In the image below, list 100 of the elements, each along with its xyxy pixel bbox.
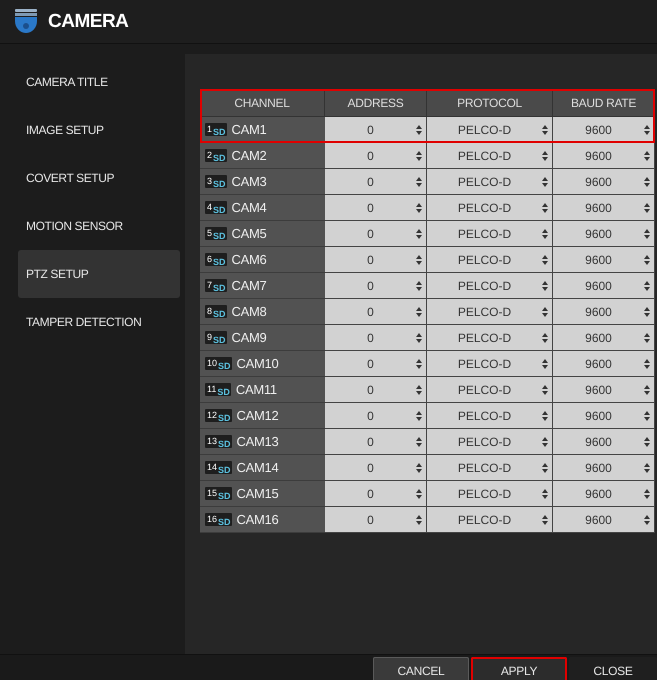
address-spinner[interactable]: 0 — [325, 195, 427, 221]
baud-rate-spinner[interactable]: 9600 — [553, 455, 655, 481]
protocol-spinner[interactable]: PELCO-D — [427, 299, 553, 325]
address-spinner[interactable]: 0 — [325, 117, 427, 143]
up-down-arrows-icon — [416, 176, 422, 186]
channel-number: 1 — [207, 124, 212, 135]
address-spinner[interactable]: 0 — [325, 403, 427, 429]
sd-label: SD — [218, 361, 231, 372]
protocol-spinner[interactable]: PELCO-D — [427, 143, 553, 169]
baud-rate-spinner[interactable]: 9600 — [553, 117, 655, 143]
channel-number: 5 — [207, 228, 212, 239]
camera-name: CAM6 — [232, 252, 266, 267]
baud-rate-spinner[interactable]: 9600 — [553, 507, 655, 533]
baud-rate-spinner[interactable]: 9600 — [553, 299, 655, 325]
sidebar-item[interactable]: IMAGE SETUP — [18, 106, 180, 154]
up-down-arrows-icon — [542, 254, 548, 264]
column-header: CHANNEL — [200, 89, 325, 117]
up-down-arrows-icon — [542, 306, 548, 316]
camera-name: CAM15 — [236, 486, 278, 501]
channel-number: 9 — [207, 332, 212, 343]
sd-label: SD — [213, 283, 226, 294]
baud-rate-spinner[interactable]: 9600 — [553, 377, 655, 403]
protocol-spinner[interactable]: PELCO-D — [427, 247, 553, 273]
baud-rate-spinner[interactable]: 9600 — [553, 221, 655, 247]
address-spinner[interactable]: 0 — [325, 221, 427, 247]
up-down-arrows-icon — [542, 176, 548, 186]
address-spinner[interactable]: 0 — [325, 325, 427, 351]
sd-label: SD — [213, 153, 226, 164]
protocol-spinner[interactable]: PELCO-D — [427, 351, 553, 377]
channel-number: 14 — [207, 462, 218, 473]
camera-name: CAM10 — [236, 356, 278, 371]
baud-rate-spinner[interactable]: 9600 — [553, 403, 655, 429]
protocol-spinner[interactable]: PELCO-D — [427, 195, 553, 221]
baud-rate-spinner[interactable]: 9600 — [553, 273, 655, 299]
protocol-spinner[interactable]: PELCO-D — [427, 117, 553, 143]
protocol-spinner[interactable]: PELCO-D — [427, 481, 553, 507]
sidebar-item[interactable]: CAMERA TITLE — [18, 58, 180, 106]
address-spinner[interactable]: 0 — [325, 377, 427, 403]
protocol-spinner[interactable]: PELCO-D — [427, 325, 553, 351]
address-spinner[interactable]: 0 — [325, 429, 427, 455]
protocol-spinner[interactable]: PELCO-D — [427, 507, 553, 533]
baud-rate-spinner[interactable]: 9600 — [553, 169, 655, 195]
channel-number: 8 — [207, 306, 212, 317]
up-down-arrows-icon — [644, 176, 650, 186]
baud-rate-spinner[interactable]: 9600 — [553, 247, 655, 273]
column-header: PROTOCOL — [427, 89, 553, 117]
up-down-arrows-icon — [542, 436, 548, 446]
baud-rate-spinner[interactable]: 9600 — [553, 351, 655, 377]
up-down-arrows-icon — [644, 124, 650, 134]
baud-rate-spinner[interactable]: 9600 — [553, 481, 655, 507]
camera-dome-icon — [14, 8, 38, 36]
up-down-arrows-icon — [416, 410, 422, 420]
camera-name: CAM16 — [236, 512, 278, 527]
up-down-arrows-icon — [542, 150, 548, 160]
address-spinner[interactable]: 0 — [325, 299, 427, 325]
protocol-spinner[interactable]: PELCO-D — [427, 273, 553, 299]
up-down-arrows-icon — [542, 124, 548, 134]
protocol-spinner[interactable]: PELCO-D — [427, 377, 553, 403]
up-down-arrows-icon — [542, 332, 548, 342]
camera-name: CAM1 — [232, 122, 266, 137]
sidebar-item[interactable]: PTZ SETUP — [18, 250, 180, 298]
address-spinner[interactable]: 0 — [325, 169, 427, 195]
up-down-arrows-icon — [644, 384, 650, 394]
protocol-spinner[interactable]: PELCO-D — [427, 169, 553, 195]
channel-number: 16 — [207, 514, 218, 525]
channel-number: 10 — [207, 358, 218, 369]
protocol-spinner[interactable]: PELCO-D — [427, 455, 553, 481]
address-spinner[interactable]: 0 — [325, 351, 427, 377]
channel-number: 13 — [207, 436, 218, 447]
address-spinner[interactable]: 0 — [325, 455, 427, 481]
up-down-arrows-icon — [542, 410, 548, 420]
baud-rate-spinner[interactable]: 9600 — [553, 429, 655, 455]
baud-rate-spinner[interactable]: 9600 — [553, 143, 655, 169]
baud-rate-spinner[interactable]: 9600 — [553, 195, 655, 221]
sidebar-item[interactable]: COVERT SETUP — [18, 154, 180, 202]
sidebar-item[interactable]: TAMPER DETECTION — [18, 298, 180, 346]
up-down-arrows-icon — [416, 488, 422, 498]
channel-number: 11 — [207, 384, 216, 395]
baud-rate-spinner[interactable]: 9600 — [553, 325, 655, 351]
camera-name: CAM13 — [236, 434, 278, 449]
up-down-arrows-icon — [644, 228, 650, 238]
camera-name: CAM9 — [232, 330, 266, 345]
sd-label: SD — [218, 517, 231, 528]
sidebar-item[interactable]: MOTION SENSOR — [18, 202, 180, 250]
protocol-spinner[interactable]: PELCO-D — [427, 429, 553, 455]
sd-label: SD — [213, 205, 226, 216]
up-down-arrows-icon — [644, 514, 650, 524]
protocol-spinner[interactable]: PELCO-D — [427, 403, 553, 429]
sd-label: SD — [213, 127, 226, 138]
address-spinner[interactable]: 0 — [325, 507, 427, 533]
up-down-arrows-icon — [542, 514, 548, 524]
address-spinner[interactable]: 0 — [325, 247, 427, 273]
address-spinner[interactable]: 0 — [325, 481, 427, 507]
up-down-arrows-icon — [542, 462, 548, 472]
channel-number: 7 — [207, 280, 212, 291]
up-down-arrows-icon — [542, 280, 548, 290]
address-spinner[interactable]: 0 — [325, 143, 427, 169]
protocol-spinner[interactable]: PELCO-D — [427, 221, 553, 247]
up-down-arrows-icon — [644, 462, 650, 472]
address-spinner[interactable]: 0 — [325, 273, 427, 299]
